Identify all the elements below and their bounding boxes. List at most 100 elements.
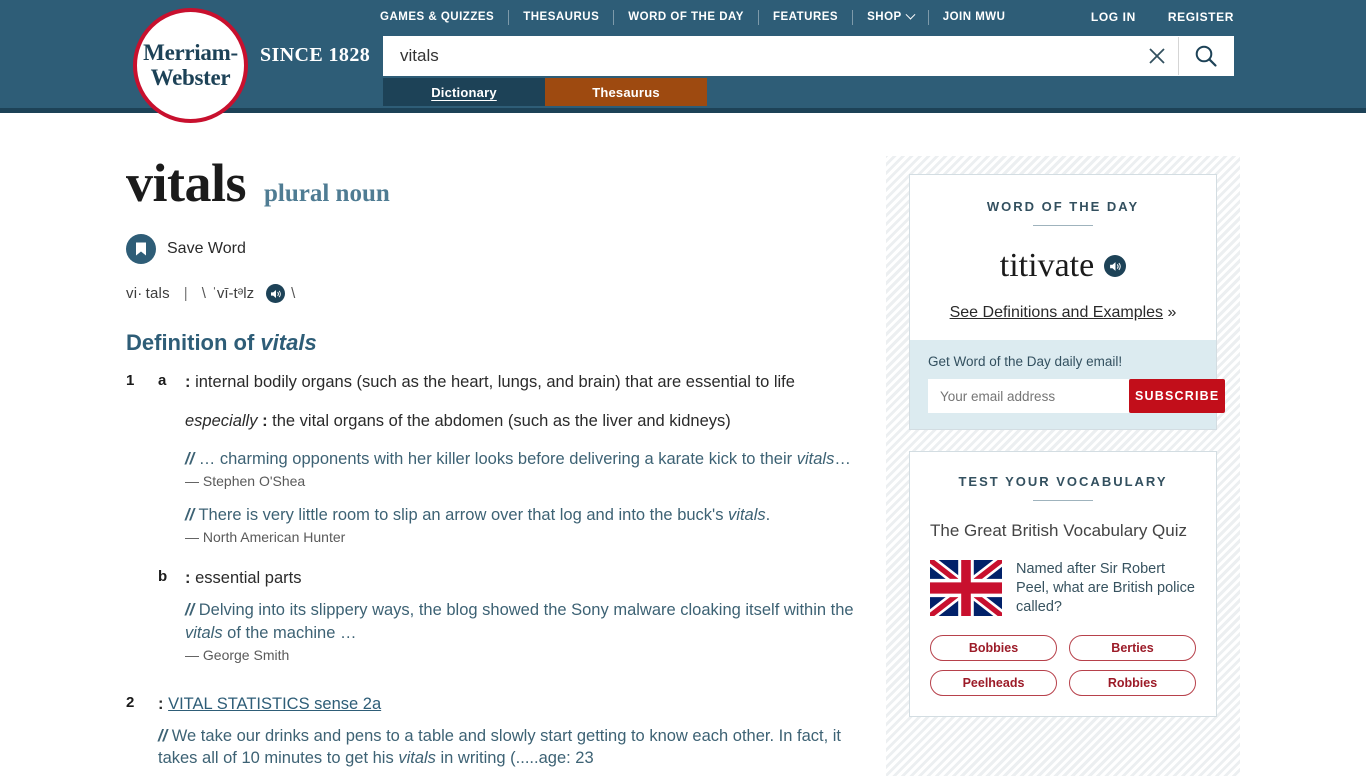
quote: // … charming opponents with her killer …	[185, 448, 866, 470]
sense-number: 1	[126, 372, 135, 389]
pronunciation-text: ˈvī-tᵊlz	[211, 285, 255, 302]
nav-label: JOIN MWU	[942, 11, 1006, 23]
speaker-icon	[270, 289, 281, 298]
quote-pre: Delving into its slippery ways, the blog…	[198, 601, 854, 620]
definition-heading: Definition of vitals	[126, 330, 866, 356]
primary-nav: GAMES & QUIZZES THESAURUS WORD OF THE DA…	[380, 8, 1019, 26]
search-bar	[383, 36, 1234, 76]
nav-item-thesaurus[interactable]: THESAURUS	[509, 11, 613, 23]
search-icon	[1195, 45, 1217, 67]
part-of-speech: plural noun	[264, 180, 390, 207]
sidebar: WORD OF THE DAY titivate See Definitions…	[886, 156, 1240, 776]
union-jack-flag-image	[930, 560, 1002, 616]
syllabification: vi· tals	[126, 285, 170, 302]
especially-label: especially	[185, 412, 258, 431]
test-your-vocabulary-card: TEST YOUR VOCABULARY The Great British V…	[909, 451, 1217, 718]
dictionary-entry: vitals plural noun Save Word vi· tals | …	[126, 156, 866, 770]
quote-pre: … charming opponents with her killer loo…	[198, 449, 797, 468]
pronunciation-row: vi· tals | \ ˈvī-tᵊlz \	[126, 284, 866, 303]
quiz-option-berties[interactable]: Berties	[1069, 635, 1196, 662]
quote: // We take our drinks and pens to a tabl…	[158, 725, 866, 770]
nav-label: WORD OF THE DAY	[628, 11, 744, 23]
sense-colon: :	[158, 694, 164, 713]
close-icon	[1149, 48, 1165, 64]
quote-attribution: — Stephen O'Shea	[185, 472, 306, 489]
sense-letter: b	[158, 568, 168, 586]
email-prompt: Get Word of the Day daily email!	[928, 354, 1123, 369]
quote-italic: vitals	[796, 449, 835, 468]
page-body: vitals plural noun Save Word vi· tals | …	[0, 108, 1366, 776]
email-field[interactable]	[928, 379, 1129, 413]
quote-post: in writing (.....age: 23	[435, 749, 594, 768]
subscribe-button[interactable]: SUBSCRIBE	[1129, 379, 1226, 413]
word-of-the-day-word[interactable]: titivate	[1000, 247, 1094, 285]
nav-item-features[interactable]: FEATURES	[759, 11, 852, 23]
see-definitions-arrow: »	[1167, 304, 1177, 321]
nav-item-games-quizzes[interactable]: GAMES & QUIZZES	[380, 11, 508, 23]
see-definitions-link[interactable]: See Definitions and Examples »	[930, 304, 1196, 322]
email-row: SUBSCRIBE	[928, 379, 1226, 413]
logo-line-2: Webster	[150, 64, 231, 90]
quiz-option-peelheads[interactable]: Peelheads	[930, 670, 1057, 697]
sense-text: essential parts	[195, 569, 302, 588]
save-word-button[interactable]: Save Word	[126, 234, 866, 264]
quote: // There is very little room to slip an …	[185, 504, 866, 526]
quote-post: .	[765, 505, 771, 524]
sense-letter: a	[158, 372, 167, 389]
cross-reference-link[interactable]: VITAL STATISTICS sense 2a	[168, 695, 381, 713]
quote-attribution: — North American Hunter	[185, 529, 346, 546]
nav-item-word-of-the-day[interactable]: WORD OF THE DAY	[614, 11, 758, 23]
clear-search-button[interactable]	[1136, 37, 1178, 75]
account-nav: LOG IN REGISTER	[1075, 8, 1234, 26]
chevron-down-icon	[905, 9, 916, 20]
tab-thesaurus[interactable]: Thesaurus	[545, 78, 707, 106]
sense-number: 2	[126, 693, 135, 711]
especially-text: the vital organs of the abdomen (such as…	[272, 412, 731, 431]
word-of-the-day-audio-button[interactable]	[1104, 255, 1127, 277]
search-input[interactable]	[384, 37, 1136, 75]
flag-graphic	[930, 560, 1002, 616]
login-link[interactable]: LOG IN	[1075, 10, 1152, 24]
quiz-title: The Great British Vocabulary Quiz	[930, 521, 1188, 540]
quiz-question-row: Named after Sir Robert Peel, what are Br…	[930, 560, 1196, 617]
quote-bars: //	[185, 505, 195, 524]
speaker-icon	[1109, 261, 1121, 271]
pron-pipe: |	[183, 285, 188, 302]
tab-dictionary[interactable]: Dictionary	[383, 78, 545, 106]
sense-body: : internal bodily organs (such as the he…	[185, 371, 866, 545]
search-scope-tabs: Dictionary Thesaurus	[383, 78, 707, 106]
bookmark-glyph	[136, 242, 146, 256]
save-word-label: Save Word	[167, 240, 246, 257]
sense-colon: :	[185, 569, 191, 588]
divider	[1033, 500, 1093, 501]
definition-heading-prefix: Definition of	[126, 330, 261, 355]
quote-attribution: — George Smith	[185, 646, 290, 663]
quote-bars: //	[185, 601, 195, 620]
quiz-option-robbies[interactable]: Robbies	[1069, 670, 1196, 697]
quote-italic: vitals	[398, 749, 436, 768]
quiz-question: Named after Sir Robert Peel, what are Br…	[1016, 561, 1195, 616]
quiz-label: TEST YOUR VOCABULARY	[958, 474, 1168, 489]
merriam-webster-logo[interactable]: Merriam- Webster	[133, 8, 248, 123]
quiz-option-bobbies[interactable]: Bobbies	[930, 635, 1057, 662]
tab-label: Thesaurus	[592, 84, 660, 100]
quote-italic: vitals	[728, 505, 766, 524]
word-of-the-day-label: WORD OF THE DAY	[986, 199, 1140, 214]
register-link[interactable]: REGISTER	[1152, 10, 1234, 24]
sense-2: 2 : VITAL STATISTICS sense 2a // We take…	[126, 693, 866, 770]
pron-slash-close: \	[291, 285, 296, 302]
quote-bars: //	[158, 727, 168, 746]
pronunciation-audio-button[interactable]	[266, 284, 286, 303]
sense-text: internal bodily organs (such as the hear…	[195, 373, 795, 391]
quote: // Delving into its slippery ways, the b…	[185, 599, 866, 644]
word-of-the-day-word-row: titivate	[930, 247, 1196, 285]
sense-colon: :	[185, 373, 191, 391]
since-tagline: SINCE 1828	[260, 44, 371, 66]
nav-item-join-mwu[interactable]: JOIN MWU	[929, 11, 1020, 23]
entry-header: vitals plural noun	[126, 156, 866, 210]
sense-body: : essential parts // Delving into its sl…	[185, 567, 866, 663]
sense-number	[126, 567, 158, 663]
nav-label: SHOP	[867, 11, 902, 23]
nav-item-shop[interactable]: SHOP	[853, 9, 928, 23]
search-submit-button[interactable]	[1178, 37, 1233, 75]
